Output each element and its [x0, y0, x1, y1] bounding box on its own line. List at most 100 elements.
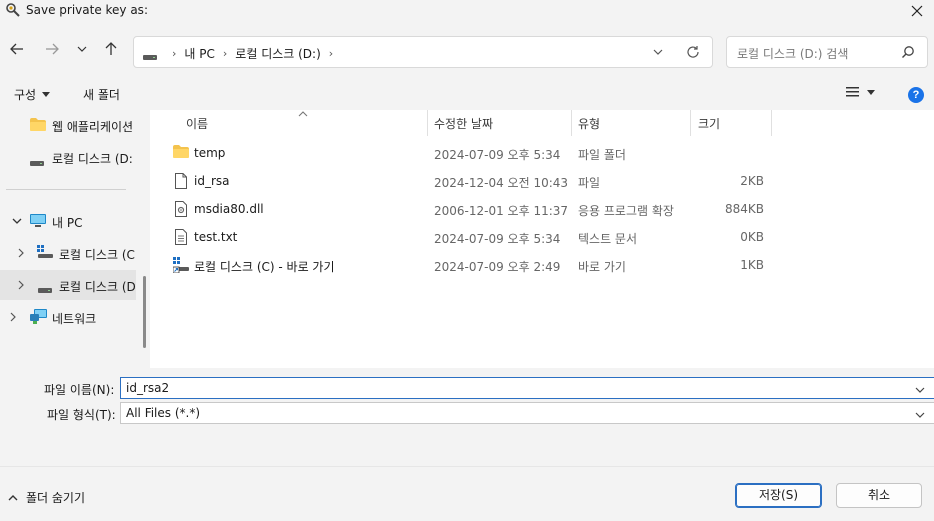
filetype-select[interactable]: All Files (*.*) — [120, 402, 934, 424]
column-divider[interactable] — [771, 110, 772, 136]
file-size: 1KB — [740, 258, 764, 272]
hide-folders-button[interactable]: 폴더 숨기기 — [8, 489, 85, 506]
filename-input[interactable]: id_rsa2 — [126, 381, 169, 395]
file-row-test-txt[interactable]: test.txt 2024-07-09 오후 5:34 텍스트 문서 0KB — [150, 223, 934, 251]
file-date: 2006-12-01 오후 11:37 — [434, 204, 569, 218]
sidebar-item-network[interactable]: 네트워크 — [0, 302, 136, 332]
column-header-date[interactable]: 수정한 날짜 — [434, 110, 493, 136]
shortcut-icon — [172, 257, 189, 276]
filetype-value: All Files (*.*) — [126, 406, 201, 420]
network-icon — [30, 309, 47, 328]
sidebar-divider — [6, 189, 126, 190]
sidebar-item-my-pc[interactable]: 내 PC — [0, 206, 136, 236]
filename-field[interactable]: id_rsa2 — [120, 377, 934, 399]
drive-icon — [143, 50, 157, 64]
file-name: msdia80.dll — [194, 202, 264, 216]
file-row-shortcut[interactable]: 로컬 디스크 (C) - 바로 가기 2024-07-09 오후 2:49 바로… — [150, 251, 934, 279]
caret-down-icon — [42, 92, 51, 97]
organize-menu-button[interactable]: 구성 — [14, 86, 51, 103]
command-bar: 구성 새 폴더 ? — [0, 78, 934, 110]
breadcrumb-item-local-disk-d[interactable]: 로컬 디스크 (D:) — [235, 45, 320, 62]
list-view-icon — [846, 87, 859, 97]
chevron-down-icon[interactable] — [12, 215, 22, 229]
column-header-size[interactable]: 크기 — [698, 110, 720, 136]
chevron-right-icon[interactable] — [16, 279, 26, 293]
navigation-bar: › 내 PC › 로컬 디스크 (D:) › 로컬 디스크 (D:) 검색 — [0, 22, 934, 78]
file-row-id-rsa[interactable]: id_rsa 2024-12-04 오전 10:43 파일 2KB — [150, 167, 934, 195]
file-type: 텍스트 문서 — [578, 232, 638, 246]
sidebar-item-local-disk-d-quick[interactable]: 로컬 디스크 (D: — [0, 142, 136, 172]
help-button[interactable]: ? — [908, 87, 924, 103]
file-row-temp[interactable]: temp 2024-07-09 오후 5:34 파일 폴더 — [150, 139, 934, 167]
chevron-down-icon — [653, 49, 663, 55]
chevron-right-icon[interactable] — [16, 247, 26, 261]
sidebar-item-label: 웹 애플리케이션 — [52, 120, 134, 134]
window-title: Save private key as: — [26, 3, 148, 17]
save-button[interactable]: 저장(S) — [735, 483, 822, 508]
breadcrumb-item-my-pc[interactable]: 내 PC — [184, 45, 214, 62]
file-name: temp — [194, 146, 226, 160]
breadcrumb: › 내 PC › 로컬 디스크 (D:) › — [164, 45, 341, 62]
file-date: 2024-07-09 오후 5:34 — [434, 232, 561, 246]
file-type: 바로 가기 — [578, 260, 626, 274]
file-name: test.txt — [194, 230, 238, 244]
arrow-up-icon — [105, 42, 117, 55]
file-size: 884KB — [724, 202, 764, 216]
column-header-name[interactable]: 이름 — [186, 110, 208, 136]
refresh-icon — [687, 46, 699, 58]
dll-icon — [175, 201, 187, 220]
file-row-msdia80[interactable]: msdia80.dll 2006-12-01 오후 11:37 응용 프로그램 … — [150, 195, 934, 223]
chevron-right-icon[interactable] — [8, 311, 18, 325]
back-button[interactable] — [6, 38, 28, 60]
file-date: 2024-07-09 오후 5:34 — [434, 148, 561, 162]
search-box[interactable]: 로컬 디스크 (D:) 검색 — [726, 36, 928, 68]
filename-label: 파일 이름(N): — [44, 383, 115, 397]
search-icon — [901, 45, 915, 62]
chevron-down-icon[interactable] — [915, 384, 925, 398]
file-date: 2024-07-09 오후 2:49 — [434, 260, 561, 274]
search-input[interactable]: 로컬 디스크 (D:) 검색 — [737, 45, 848, 62]
cancel-button[interactable]: 취소 — [836, 483, 922, 508]
column-header-type[interactable]: 유형 — [578, 110, 600, 136]
arrow-right-icon — [46, 43, 59, 55]
recent-locations-button[interactable] — [71, 38, 93, 60]
sidebar-item-web-apps[interactable]: 웹 애플리케이션 — [0, 110, 136, 140]
folder-icon — [173, 145, 189, 161]
sidebar-scrollbar[interactable] — [143, 276, 146, 348]
refresh-button[interactable] — [686, 45, 700, 62]
file-name: id_rsa — [194, 174, 230, 188]
sidebar-item-local-disk-d[interactable]: 로컬 디스크 (D — [0, 270, 136, 300]
view-options-button[interactable] — [846, 87, 875, 97]
divider — [0, 466, 934, 467]
forward-button[interactable] — [41, 38, 63, 60]
close-icon — [911, 5, 923, 17]
file-list: 이름 수정한 날짜 유형 크기 temp 2024-07-09 오후 5:34 … — [150, 110, 934, 368]
file-size: 0KB — [740, 230, 764, 244]
up-button[interactable] — [100, 38, 122, 60]
chevron-down-icon[interactable] — [915, 409, 925, 423]
chevron-up-icon — [8, 494, 18, 500]
file-icon — [175, 173, 187, 192]
file-type: 파일 — [578, 176, 601, 190]
column-divider[interactable] — [690, 110, 691, 136]
file-size: 2KB — [740, 174, 764, 188]
file-type: 응용 프로그램 확장 — [578, 204, 674, 218]
new-folder-button[interactable]: 새 폴더 — [83, 86, 120, 103]
arrow-left-icon — [10, 43, 23, 55]
filetype-label: 파일 형식(T): — [47, 408, 116, 422]
breadcrumb-separator-icon[interactable]: › — [329, 47, 333, 60]
address-history-button[interactable] — [653, 46, 663, 60]
hide-folders-label: 폴더 숨기기 — [26, 491, 86, 505]
column-divider[interactable] — [571, 110, 572, 136]
address-bar[interactable]: › 내 PC › 로컬 디스크 (D:) › — [133, 36, 713, 68]
navigation-pane: 웹 애플리케이션 로컬 디스크 (D: 내 PC 로컬 디스크 (C 로컬 디스… — [0, 110, 150, 368]
windows-drive-icon — [37, 245, 53, 262]
column-divider[interactable] — [427, 110, 428, 136]
sidebar-item-local-disk-c[interactable]: 로컬 디스크 (C — [0, 238, 136, 268]
sidebar-item-label: 로컬 디스크 (D — [59, 280, 136, 294]
computer-icon — [30, 214, 46, 231]
folder-icon — [30, 118, 46, 134]
breadcrumb-separator-icon: › — [172, 47, 177, 60]
file-name: 로컬 디스크 (C) - 바로 가기 — [194, 260, 335, 274]
close-window-button[interactable] — [900, 0, 934, 22]
